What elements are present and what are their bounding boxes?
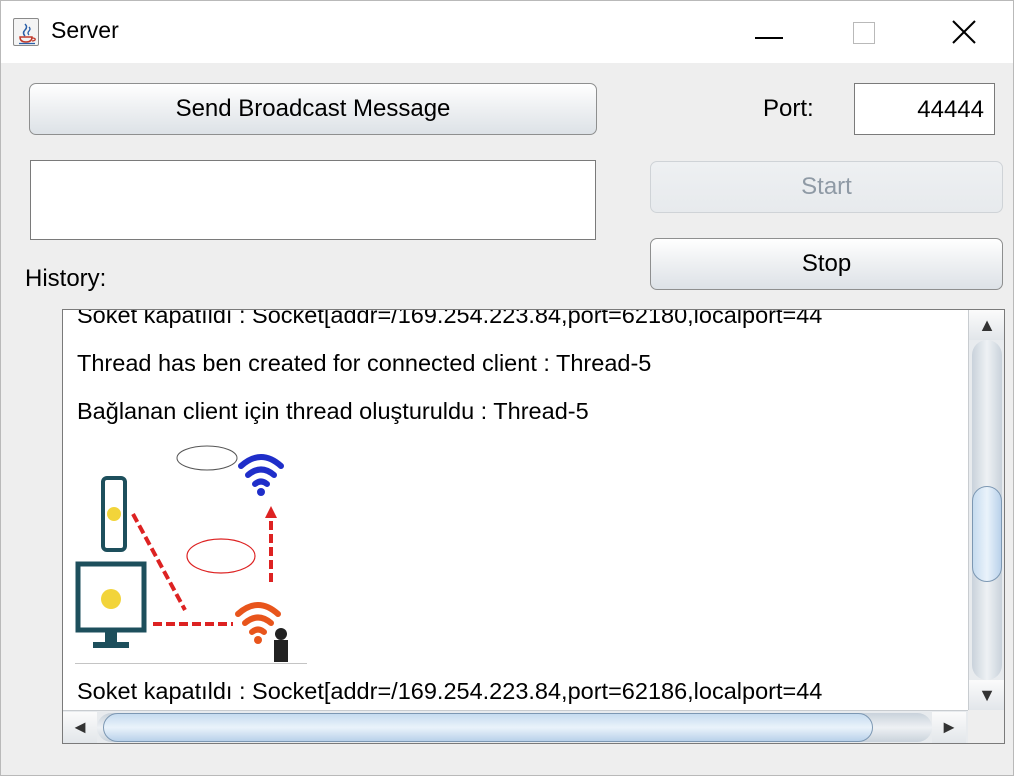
- java-cup-icon: [13, 18, 39, 46]
- horizontal-scrollbar[interactable]: ◄ ►: [63, 710, 968, 743]
- history-scroll-pane[interactable]: Soket kapatıldı : Socket[addr=/169.254.2…: [62, 309, 1005, 744]
- vertical-scrollbar[interactable]: ▲ ▼: [968, 310, 1004, 710]
- window-title: Server: [51, 17, 119, 43]
- send-broadcast-button[interactable]: Send Broadcast Message: [29, 83, 597, 135]
- server-window: Server Send Broadcast Message Port: 4444…: [0, 0, 1014, 776]
- scroll-up-button[interactable]: ▲: [969, 310, 1004, 340]
- history-line: Soket kapatıldı : Socket[addr=/169.254.2…: [77, 678, 823, 704]
- stop-button[interactable]: Stop: [650, 238, 1003, 290]
- minimize-button[interactable]: [725, 1, 815, 63]
- maximize-button[interactable]: [819, 1, 909, 63]
- message-input[interactable]: [30, 160, 596, 240]
- vertical-scroll-thumb[interactable]: [972, 486, 1002, 582]
- close-button[interactable]: [921, 1, 1011, 63]
- minimize-icon: [755, 37, 783, 39]
- port-label: Port:: [763, 95, 814, 122]
- scroll-corner: [968, 710, 1004, 743]
- scroll-left-button[interactable]: ◄: [63, 712, 97, 743]
- history-text-area[interactable]: Soket kapatıldı : Socket[addr=/169.254.2…: [63, 310, 968, 710]
- maximize-icon: [853, 22, 875, 44]
- scroll-down-button[interactable]: ▼: [969, 680, 1004, 710]
- start-button[interactable]: Start: [650, 161, 1003, 213]
- history-line: Thread has ben created for connected cli…: [77, 350, 652, 376]
- horizontal-scroll-thumb[interactable]: [103, 713, 873, 742]
- history-line: Bağlanan client için thread oluşturuldu …: [77, 398, 589, 424]
- scroll-right-button[interactable]: ►: [932, 712, 966, 743]
- port-field[interactable]: 44444: [854, 83, 995, 135]
- history-line: Soket kapatıldı : Socket[addr=/169.254.2…: [77, 310, 823, 328]
- close-icon: [952, 20, 976, 44]
- history-label: History:: [25, 265, 107, 292]
- network-diagram-image: [75, 445, 307, 664]
- title-bar[interactable]: Server: [1, 1, 1013, 63]
